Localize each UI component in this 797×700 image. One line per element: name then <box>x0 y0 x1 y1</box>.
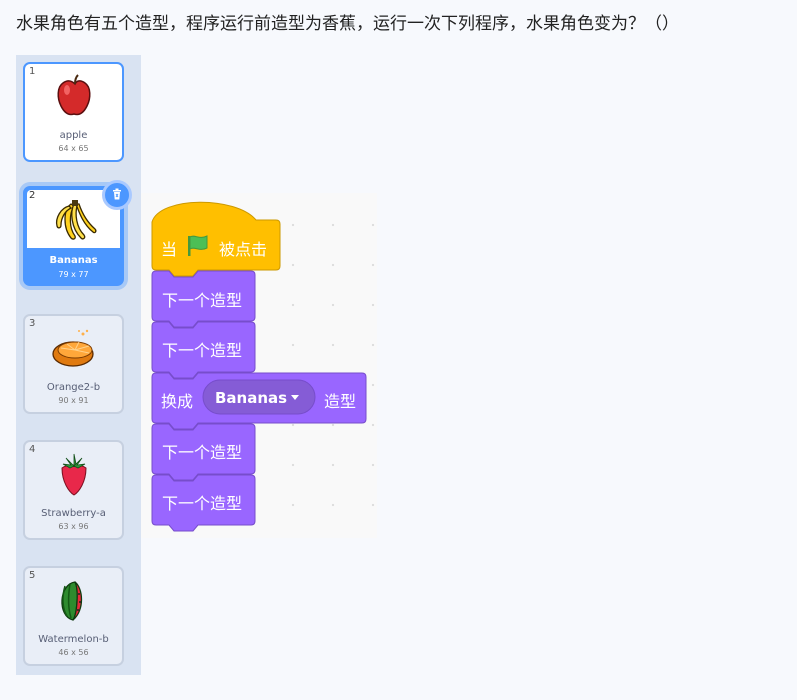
costume-item-orange[interactable]: 3 Orange2-b 90 x 91 <box>23 314 124 414</box>
costume-size: 64 x 65 <box>58 144 89 153</box>
next-costume-label-2: 下一个造型 <box>162 341 243 360</box>
orange-icon <box>51 329 94 367</box>
next-costume-label-3: 下一个造型 <box>162 443 243 462</box>
question-text: 水果角色有五个造型，程序运行前造型为香蕉，运行一次下列程序，水果角色变为？（） <box>16 14 679 34</box>
costume-number: 5 <box>29 570 36 581</box>
costume-number: 4 <box>29 444 36 455</box>
switch-prefix-label: 换成 <box>161 392 194 411</box>
costume-size: 79 x 77 <box>58 270 89 279</box>
costume-name: Watermelon-b <box>38 634 109 645</box>
costume-item-apple[interactable]: 1 apple 64 x 65 <box>23 62 124 162</box>
costume-size: 90 x 91 <box>58 396 89 405</box>
costume-name: Orange2-b <box>46 382 101 393</box>
costume-item-strawberry[interactable]: 4 Strawberry-a 63 x 96 <box>23 440 124 540</box>
switch-suffix-label: 造型 <box>324 392 357 411</box>
costume-number: 2 <box>29 190 36 201</box>
hat-prefix-label: 当 <box>161 240 178 259</box>
costume-number: 3 <box>29 318 36 329</box>
costume-number: 1 <box>29 66 36 77</box>
costume-size: 63 x 96 <box>58 522 89 531</box>
next-costume-label-4: 下一个造型 <box>162 494 243 513</box>
costume-list: 1 apple 64 x 65 2 Bananas 79 x 77 3 Oran… <box>16 55 141 675</box>
costume-name: Strawberry-a <box>41 508 106 519</box>
costume-name: apple <box>59 130 88 141</box>
costume-name: Bananas <box>49 255 98 266</box>
next-costume-label-1: 下一个造型 <box>162 291 243 310</box>
apple-icon <box>57 74 90 116</box>
strawberry-icon <box>60 453 87 496</box>
trash-icon <box>113 188 121 200</box>
watermelon-icon <box>60 581 82 621</box>
costume-size: 46 x 56 <box>58 648 89 657</box>
delete-costume-button[interactable] <box>102 180 132 210</box>
hat-suffix-label: 被点击 <box>219 240 268 259</box>
costume-dropdown-value[interactable]: Bananas <box>215 389 287 407</box>
costume-item-watermelon[interactable]: 5 Watermelon-b 46 x 56 <box>23 566 124 666</box>
banana-icon <box>55 200 96 240</box>
